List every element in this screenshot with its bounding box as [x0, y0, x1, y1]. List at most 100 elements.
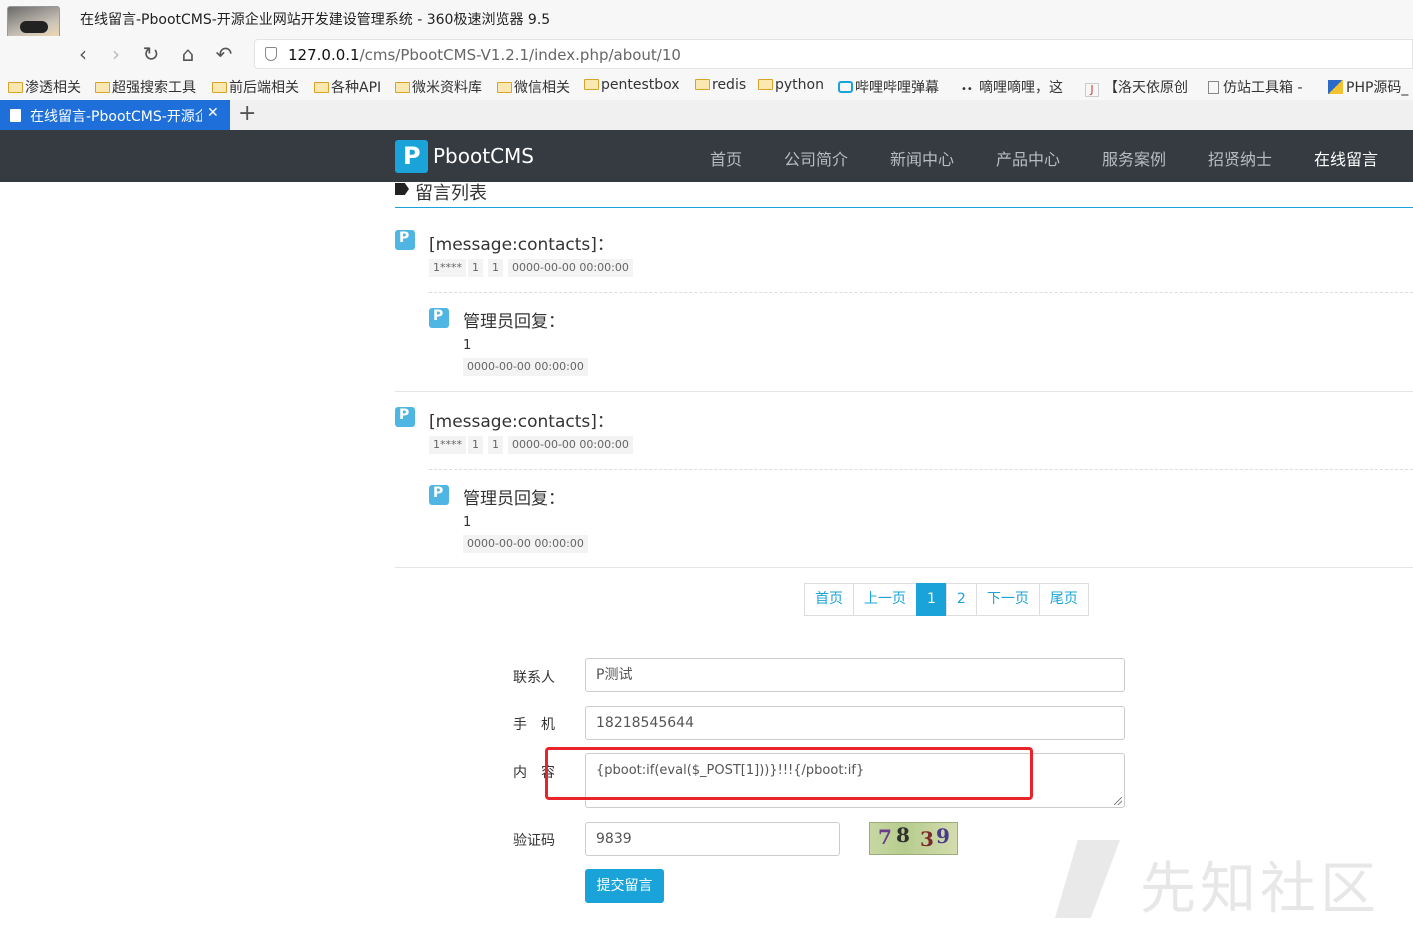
back-icon[interactable]: ‹: [71, 42, 95, 66]
divider: [429, 292, 1413, 293]
bookmark-item[interactable]: J 【洛天依原创: [1085, 77, 1188, 97]
folder-icon: [395, 82, 410, 93]
section-title: 留言列表: [415, 183, 487, 204]
nav-products[interactable]: 产品中心: [996, 146, 1060, 170]
tab-title: 在线留言-PbootCMS-开源企业网站开发建设管理系统: [30, 109, 202, 125]
j-icon: J: [1085, 83, 1099, 97]
pbootcms-logo-icon: [429, 485, 449, 505]
bookmark-item[interactable]: 哔哩哔哩弹幕: [838, 77, 939, 97]
bookmark-item[interactable]: 仿站工具箱 -: [1208, 77, 1303, 97]
reply-text: 1: [463, 515, 472, 530]
resize-handle[interactable]: [1114, 797, 1122, 805]
reply-title: 管理员回复：: [463, 312, 565, 332]
home-icon[interactable]: ⌂: [176, 42, 200, 66]
new-tab-icon[interactable]: +: [238, 101, 256, 126]
shield-icon: [265, 47, 277, 61]
reply-time: 0000-00-00 00:00:00: [463, 535, 588, 553]
undo-icon[interactable]: ↶: [212, 42, 236, 66]
watermark: 先知社区: [1055, 840, 1413, 922]
url-text[interactable]: 127.0.0.1/cms/PbootCMS-V1.2.1/index.php/…: [288, 46, 681, 64]
nav-message[interactable]: 在线留言: [1314, 146, 1378, 170]
bookmark-item[interactable]: 微信相关: [497, 77, 570, 97]
window-title: 在线留言-PbootCMS-开源企业网站开发建设管理系统 - 360极速浏览器 …: [80, 12, 551, 28]
pbootcms-logo-icon: [395, 230, 415, 250]
nav-home[interactable]: 首页: [710, 146, 742, 170]
divider: [395, 567, 1413, 568]
bookmark-item[interactable]: •• 嘀哩嘀哩，这: [961, 77, 1063, 97]
address-bar[interactable]: 127.0.0.1/cms/PbootCMS-V1.2.1/index.php/…: [254, 39, 1413, 69]
nav-news[interactable]: 新闻中心: [890, 146, 954, 170]
page-prev[interactable]: 上一页: [853, 583, 917, 616]
page-1[interactable]: 1: [916, 583, 947, 616]
phone-label: 手 机: [513, 717, 555, 733]
site-header: PbootCMS 首页 公司简介 新闻中心 产品中心 服务案例 招贤纳士 在线留…: [0, 130, 1413, 182]
phone-input[interactable]: 18218545644: [585, 706, 1125, 740]
pbootcms-logo-icon[interactable]: [395, 140, 428, 173]
reload-icon[interactable]: ↻: [139, 42, 163, 66]
meta-chip: 0000-00-00 00:00:00: [508, 259, 633, 277]
bookmark-item[interactable]: 超强搜索工具: [95, 77, 196, 97]
bookmark-item[interactable]: PHP源码_: [1328, 77, 1408, 97]
contact-label: 联系人: [513, 670, 555, 686]
meta-chip: 1: [488, 259, 503, 277]
bookmarks-bar: 渗透相关 超强搜索工具 前后端相关 各种API 微米资料库 微信相关 pente…: [0, 72, 1413, 100]
pagination: 首页 上一页 1 2 下一页 尾页: [804, 583, 1089, 616]
captcha-image[interactable]: 7 8 3 9: [869, 822, 958, 855]
bookmark-item[interactable]: python: [758, 77, 824, 93]
bilibili-icon: [838, 81, 853, 93]
meta-chip: 1: [468, 259, 483, 277]
bookmark-item[interactable]: pentestbox: [584, 77, 680, 93]
close-icon[interactable]: ✕: [207, 105, 219, 121]
reply-text: 1: [463, 338, 472, 353]
tab-strip: 在线留言-PbootCMS-开源企业网站开发建设管理系统 ✕ +: [0, 100, 1413, 130]
page-next[interactable]: 下一页: [975, 583, 1040, 616]
face-icon: ••: [961, 84, 973, 95]
folder-icon: [95, 82, 110, 93]
meta-chip: 1****: [429, 259, 466, 277]
bookmark-item[interactable]: 前后端相关: [212, 77, 299, 97]
watermark-logo-icon: [1055, 840, 1120, 918]
message-title: [message:contacts]：: [429, 412, 614, 432]
page-first[interactable]: 首页: [804, 583, 854, 616]
reply-title: 管理员回复：: [463, 489, 565, 509]
bookmark-item[interactable]: 微米资料库: [395, 77, 482, 97]
browser-toolbar: ‹ › ↻ ⌂ ↶ 127.0.0.1/cms/PbootCMS-V1.2.1/…: [0, 36, 1413, 72]
folder-icon: [8, 82, 23, 93]
submit-button[interactable]: 提交留言: [585, 869, 664, 903]
folder-icon: [758, 79, 773, 90]
message-title: [message:contacts]：: [429, 235, 614, 255]
captcha-input[interactable]: 9839: [585, 822, 840, 856]
folder-icon: [212, 82, 227, 93]
meta-chip: 0000-00-00 00:00:00: [508, 436, 633, 454]
reply-time: 0000-00-00 00:00:00: [463, 358, 588, 376]
meta-chip: 1****: [429, 436, 466, 454]
meta-chip: 1: [488, 436, 503, 454]
contact-input[interactable]: P测试: [585, 658, 1125, 692]
pbootcms-logo-icon: [395, 407, 415, 427]
nav-jobs[interactable]: 招贤纳士: [1208, 146, 1272, 170]
nav-cases[interactable]: 服务案例: [1102, 146, 1166, 170]
page-2[interactable]: 2: [945, 583, 977, 616]
divider: [429, 469, 1413, 470]
tag-icon: [395, 183, 409, 195]
forward-icon[interactable]: ›: [104, 42, 128, 66]
captcha-label: 验证码: [513, 833, 555, 849]
php-icon: [1328, 80, 1343, 94]
pbootcms-logo-icon: [429, 308, 449, 328]
folder-icon: [584, 79, 599, 90]
site-logo-text[interactable]: PbootCMS: [433, 144, 534, 168]
folder-icon: [314, 82, 329, 93]
nav-about[interactable]: 公司简介: [784, 146, 848, 170]
folder-icon: [695, 79, 710, 90]
page-last[interactable]: 尾页: [1038, 583, 1089, 616]
window-title-bar: 在线留言-PbootCMS-开源企业网站开发建设管理系统 - 360极速浏览器 …: [0, 0, 1413, 59]
browser-tab[interactable]: 在线留言-PbootCMS-开源企业网站开发建设管理系统 ✕: [0, 100, 230, 130]
bookmark-item[interactable]: 渗透相关: [8, 77, 81, 97]
folder-icon: [497, 82, 512, 93]
highlight-annotation: [545, 747, 1033, 800]
divider: [395, 391, 1413, 392]
bookmark-item[interactable]: redis: [695, 77, 746, 93]
meta-chip: 1: [468, 436, 483, 454]
bookmark-item[interactable]: 各种API: [314, 77, 381, 97]
section-heading: 留言列表: [395, 178, 1413, 208]
